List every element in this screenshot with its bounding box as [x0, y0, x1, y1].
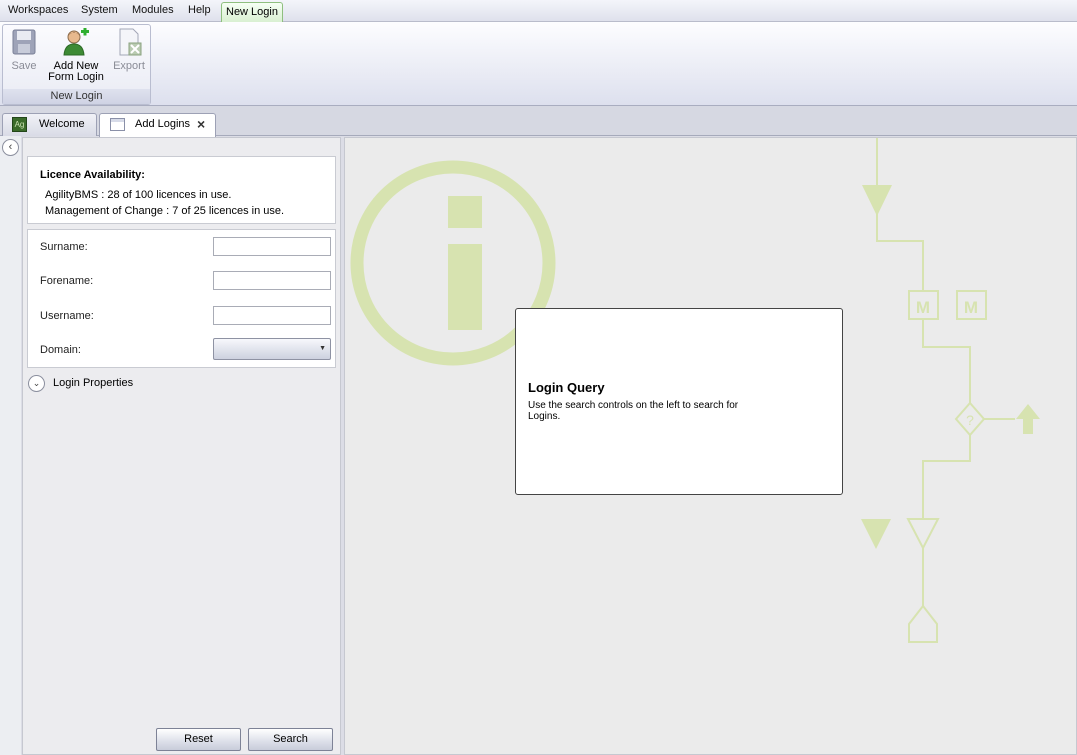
collapse-strip [0, 136, 21, 755]
add-new-form-login-button[interactable]: Add New Form Login [47, 27, 105, 83]
licence-agility: AgilityBMS : 28 of 100 licences in use. [45, 189, 232, 201]
tab-welcome[interactable]: Ag Welcome [2, 113, 97, 136]
menu-modules[interactable]: Modules [132, 4, 174, 16]
tab-add-logins[interactable]: Add Logins × [99, 113, 216, 137]
expand-chevron-icon: ⌄ [28, 375, 45, 392]
licence-availability-box: Licence Availability: AgilityBMS : 28 of… [27, 156, 336, 224]
surname-label: Surname: [40, 241, 88, 253]
flow-diagram [876, 138, 1015, 643]
form-icon [110, 118, 125, 131]
login-properties-expander[interactable]: ⌄ Login Properties [28, 375, 228, 393]
menu-system[interactable]: System [81, 4, 118, 16]
decision-label: ? [966, 412, 974, 428]
agility-logo-icon: Ag [12, 117, 27, 132]
m-label-2: M [964, 298, 978, 317]
query-description-line-2: Logins. [528, 411, 561, 422]
forename-label: Forename: [40, 275, 94, 287]
chevron-down-icon: ▼ [319, 345, 326, 352]
menu-help[interactable]: Help [188, 4, 211, 16]
export-icon [115, 28, 143, 56]
results-area: M M ? Login Query Use the search control… [344, 137, 1077, 755]
up-arrow-icon [1016, 404, 1040, 434]
document-tabstrip: Ag Welcome Add Logins × [0, 106, 1077, 137]
ribbon-group-label: New Login [3, 89, 150, 104]
menu-bar: Workspaces System Modules Help New Login [0, 0, 1077, 22]
close-icon[interactable]: × [197, 114, 205, 135]
menu-workspaces[interactable]: Workspaces [8, 4, 68, 16]
login-query-box: Login Query Use the search controls on t… [515, 308, 843, 495]
export-button[interactable]: Export [111, 28, 147, 72]
tab-welcome-label: Welcome [39, 118, 85, 130]
query-title: Login Query [528, 380, 605, 395]
down-triangle-icon [861, 519, 891, 549]
licence-title: Licence Availability: [40, 169, 145, 181]
surname-field[interactable] [213, 237, 331, 256]
add-user-icon [62, 27, 90, 56]
add-new-label-2: Form Login [48, 71, 104, 83]
login-properties-label: Login Properties [53, 377, 134, 389]
ribbon-group-new-login: Save Add New Form Login Export New Login [2, 24, 151, 105]
save-icon [10, 28, 38, 56]
down-arrow-icon [862, 185, 892, 216]
query-description-line-1: Use the search controls on the left to s… [528, 400, 739, 411]
m-label-1: M [916, 298, 930, 317]
username-field[interactable] [213, 306, 331, 325]
reset-button[interactable]: Reset [156, 728, 241, 751]
save-label: Save [11, 60, 37, 72]
licence-moc: Management of Change : 7 of 25 licences … [45, 205, 285, 217]
menu-new-login[interactable]: New Login [221, 2, 283, 22]
ribbon: Save Add New Form Login Export New Login [0, 22, 1077, 106]
username-label: Username: [40, 310, 94, 322]
tab-add-logins-label: Add Logins [135, 118, 191, 130]
export-label: Export [113, 60, 145, 72]
chevron-left-icon: ‹ [8, 141, 13, 153]
save-button[interactable]: Save [9, 28, 39, 72]
search-button[interactable]: Search [248, 728, 333, 751]
domain-label: Domain: [40, 344, 81, 356]
search-panel: Licence Availability: AgilityBMS : 28 of… [22, 137, 341, 755]
search-form: Surname: Forename: Username: Domain: ▼ [27, 229, 336, 368]
forename-field[interactable] [213, 271, 331, 290]
query-description: Use the search controls on the left to s… [528, 400, 738, 422]
collapse-panel-button[interactable]: ‹ [2, 139, 19, 156]
domain-select[interactable]: ▼ [213, 338, 331, 360]
